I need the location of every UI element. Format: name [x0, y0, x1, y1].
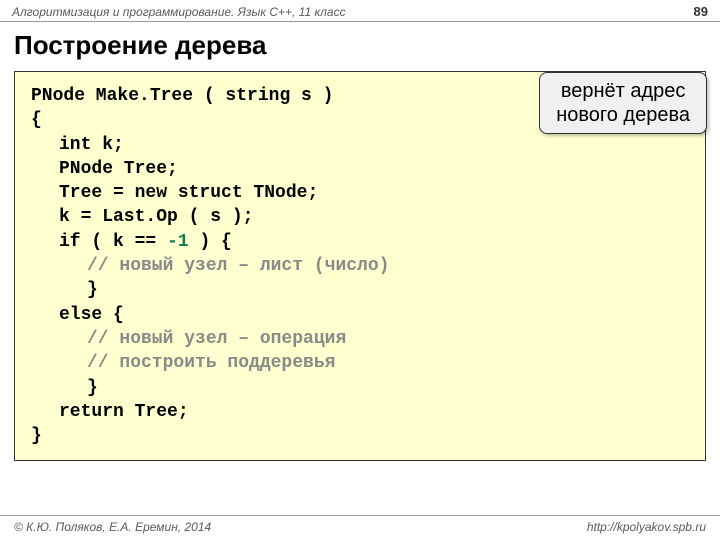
callout-line1: вернёт адрес [561, 80, 686, 102]
callout-line2: нового дерева [556, 104, 690, 126]
code-box: вернёт адрес нового дерева PNode Make.Tr… [14, 71, 706, 461]
code-line: else { [31, 303, 689, 327]
code-line: } [31, 424, 689, 448]
code-line: // построить поддеревья [31, 351, 689, 375]
slide-header: Алгоритмизация и программирование. Язык … [0, 0, 720, 22]
code-line: } [31, 376, 689, 400]
page-number: 89 [694, 4, 708, 19]
code-line: // новый узел – операция [31, 327, 689, 351]
code-line: int k; [31, 133, 689, 157]
slide: Алгоритмизация и программирование. Язык … [0, 0, 720, 540]
copyright: © К.Ю. Поляков, Е.А. Еремин, 2014 [14, 520, 211, 534]
course-title: Алгоритмизация и программирование. Язык … [12, 5, 346, 19]
code-line: k = Last.Op ( s ); [31, 205, 689, 229]
code-line: PNode Tree; [31, 157, 689, 181]
slide-title: Построение дерева [0, 22, 720, 71]
callout-return: вернёт адрес нового дерева [539, 72, 707, 134]
slide-footer: © К.Ю. Поляков, Е.А. Еремин, 2014 http:/… [0, 515, 720, 534]
code-line: if ( k == -1 ) { [31, 230, 689, 254]
code-line: } [31, 278, 689, 302]
footer-link: http://kpolyakov.spb.ru [587, 520, 706, 534]
code-line: return Tree; [31, 400, 689, 424]
code-line: Tree = new struct TNode; [31, 181, 689, 205]
code-line: // новый узел – лист (число) [31, 254, 689, 278]
